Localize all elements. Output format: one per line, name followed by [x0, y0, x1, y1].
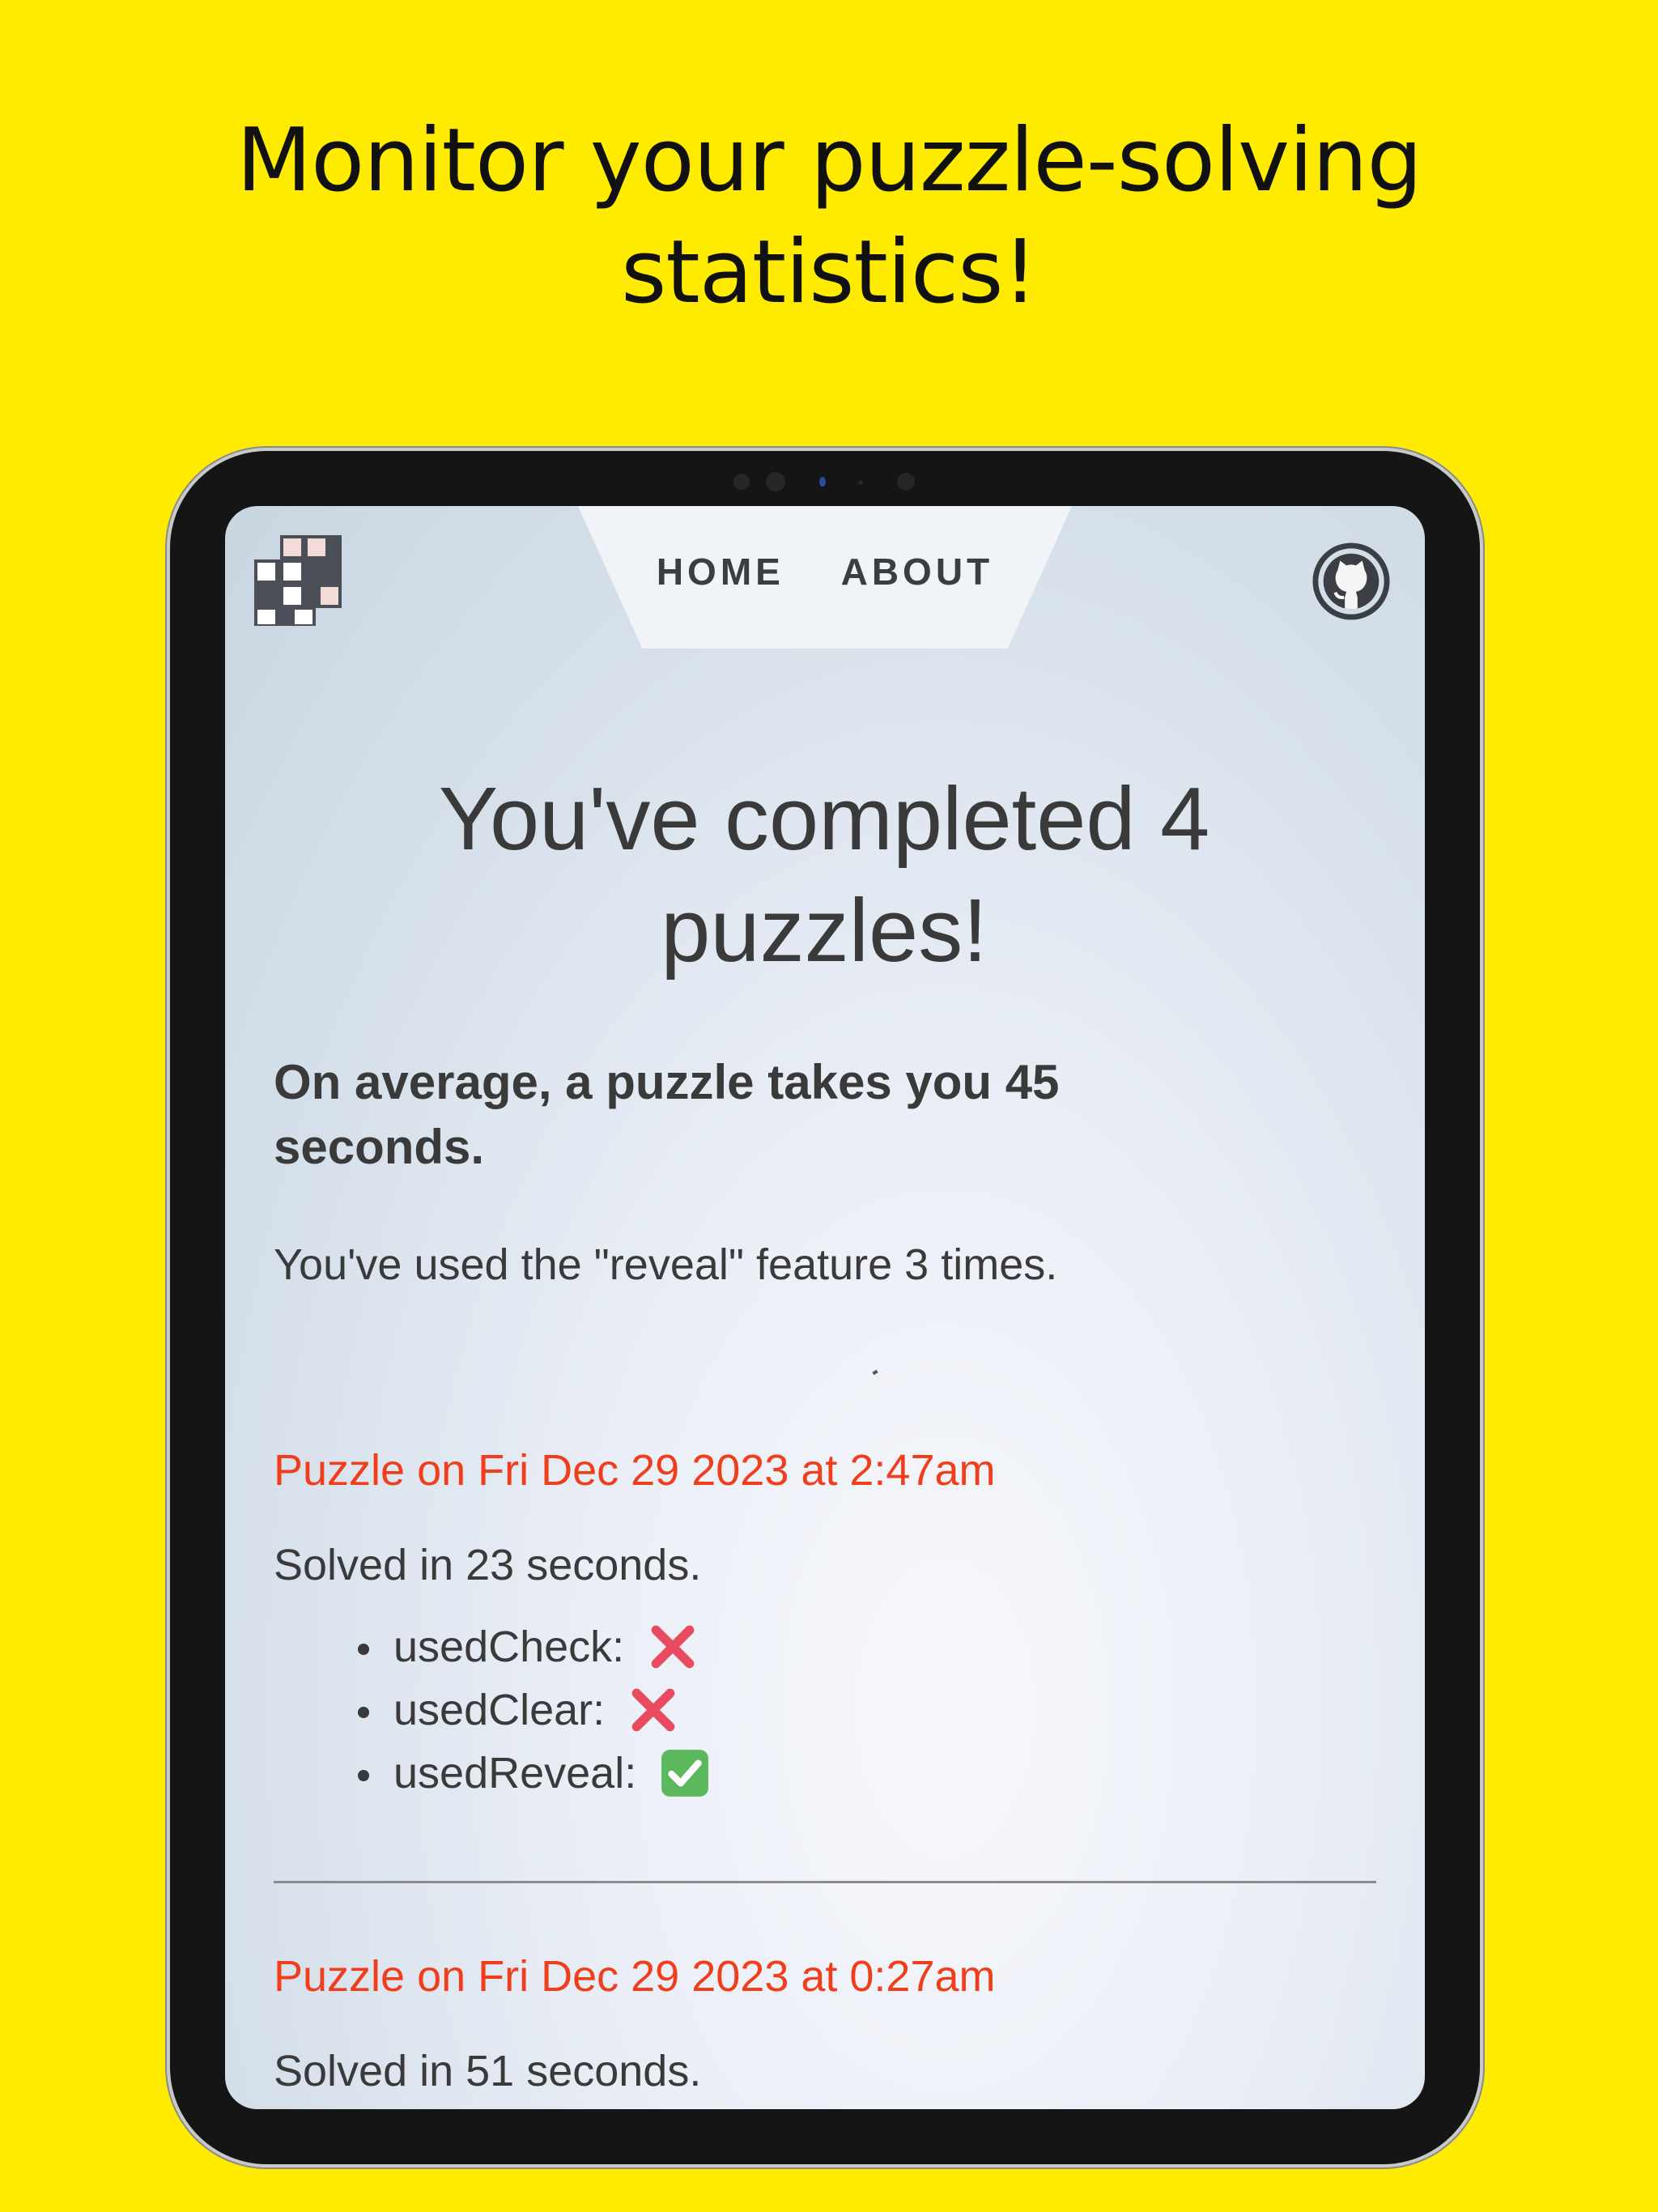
headline-line-1: Monitor your puzzle-solving — [236, 110, 1422, 211]
crossword-logo-icon[interactable] — [249, 530, 346, 627]
puzzle-entry-title: Puzzle on Fri Dec 29 2023 at 2:47am — [274, 1446, 996, 1495]
list-item: usedCheck: — [355, 1615, 710, 1678]
loading-mark — [872, 1369, 878, 1376]
puzzle-entry-title: Puzzle on Fri Dec 29 2023 at 0:27am — [274, 1952, 996, 2001]
nav-home-link[interactable]: HOME — [657, 550, 784, 593]
app-screen: HOME ABOUT You've completed 4 puzzles! O… — [225, 506, 1425, 2109]
list-item: usedReveal: — [355, 1742, 710, 1805]
tablet-device: HOME ABOUT You've completed 4 puzzles! O… — [170, 451, 1480, 2164]
github-icon[interactable] — [1312, 542, 1391, 621]
headline-line-2: statistics! — [621, 222, 1038, 323]
top-nav: HOME ABOUT — [578, 550, 1072, 593]
flag-label: usedReveal: — [393, 1749, 637, 1797]
cross-icon — [631, 1688, 675, 1732]
list-item: usedClear: — [355, 1678, 710, 1742]
puzzle-flag-list: usedCheck: usedClear: usedReveal: — [355, 1615, 710, 1805]
check-icon — [661, 1749, 709, 1797]
puzzle-solved-time: Solved in 23 seconds. — [274, 1541, 702, 1589]
average-time-text: On average, a puzzle takes you 45 second… — [274, 1055, 1060, 1174]
promo-headline: Monitor your puzzle-solving statistics! — [0, 105, 1658, 329]
reveal-count-text: You've used the "reveal" feature 3 times… — [274, 1240, 1058, 1289]
completed-heading: You've completed 4 puzzles! — [438, 769, 1210, 981]
flag-label: usedClear: — [393, 1686, 606, 1734]
nav-about-link[interactable]: ABOUT — [841, 550, 994, 593]
cross-icon — [651, 1625, 695, 1669]
flag-label: usedCheck: — [393, 1623, 625, 1671]
puzzle-solved-time: Solved in 51 seconds. — [274, 2047, 702, 2095]
camera-bar — [170, 467, 1480, 491]
entry-divider — [274, 1881, 1376, 1883]
